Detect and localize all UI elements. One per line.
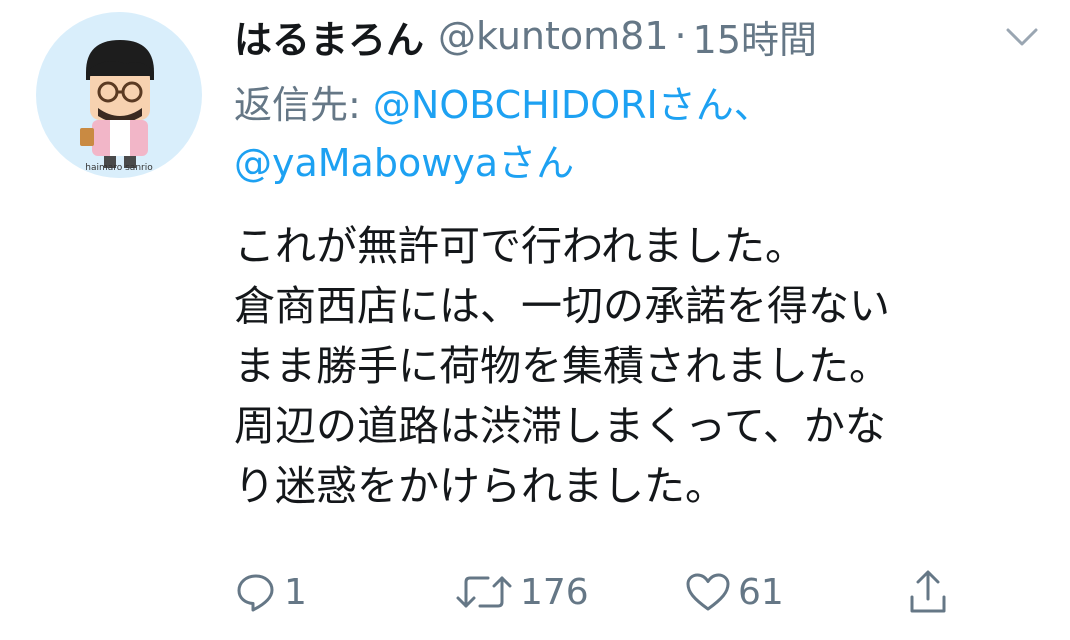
tweet-body: これが無許可で行われました。 倉商西店には、一切の承諾を得ない まま勝手に荷物を… (234, 216, 1024, 516)
tweet-actions: 1 176 61 (234, 562, 1034, 622)
retweet-button[interactable]: 176 (454, 562, 589, 622)
tweet-header: はるまろん @kuntom81 · 15時間 (234, 8, 817, 64)
share-icon (906, 567, 950, 617)
reply-button[interactable]: 1 (234, 562, 307, 622)
tweet-text-line: 周辺の道路は渋滞しまくって、かな (234, 402, 886, 450)
author-display-name[interactable]: はるまろん (234, 9, 424, 64)
reply-icon (234, 570, 278, 614)
separator-dot: · (674, 14, 687, 58)
like-button[interactable]: 61 (684, 562, 784, 622)
author-handle[interactable]: @kuntom81 (438, 14, 669, 58)
share-button[interactable] (906, 562, 950, 622)
tweet-text-line: り迷惑をかけられました。 (234, 462, 726, 510)
mention-nobchidori[interactable]: @NOBCHIDORIさん、 (373, 83, 772, 127)
retweet-count: 176 (520, 571, 589, 613)
avatar-illustration: haimaro sanrio (80, 40, 154, 173)
chevron-down-icon[interactable] (1002, 22, 1042, 52)
tweet-text-line: 倉商西店には、一切の承諾を得ない (234, 282, 890, 330)
retweet-icon (454, 570, 514, 614)
reply-context: 返信先: @NOBCHIDORIさん、 @yaMabowyaさん (234, 76, 994, 192)
reply-prefix: 返信先: (234, 83, 373, 127)
tweet-text-line: まま勝手に荷物を集積されました。 (234, 342, 890, 390)
like-count: 61 (738, 571, 784, 613)
avatar-caption: haimaro sanrio (85, 163, 153, 173)
tweet-text-line: これが無許可で行われました。 (234, 222, 806, 270)
mention-yamabowya[interactable]: @yaMabowyaさん (234, 141, 574, 185)
tweet-timestamp[interactable]: 15時間 (693, 9, 817, 64)
like-icon (684, 570, 732, 614)
avatar[interactable]: haimaro sanrio (36, 12, 202, 178)
reply-count: 1 (284, 571, 307, 613)
